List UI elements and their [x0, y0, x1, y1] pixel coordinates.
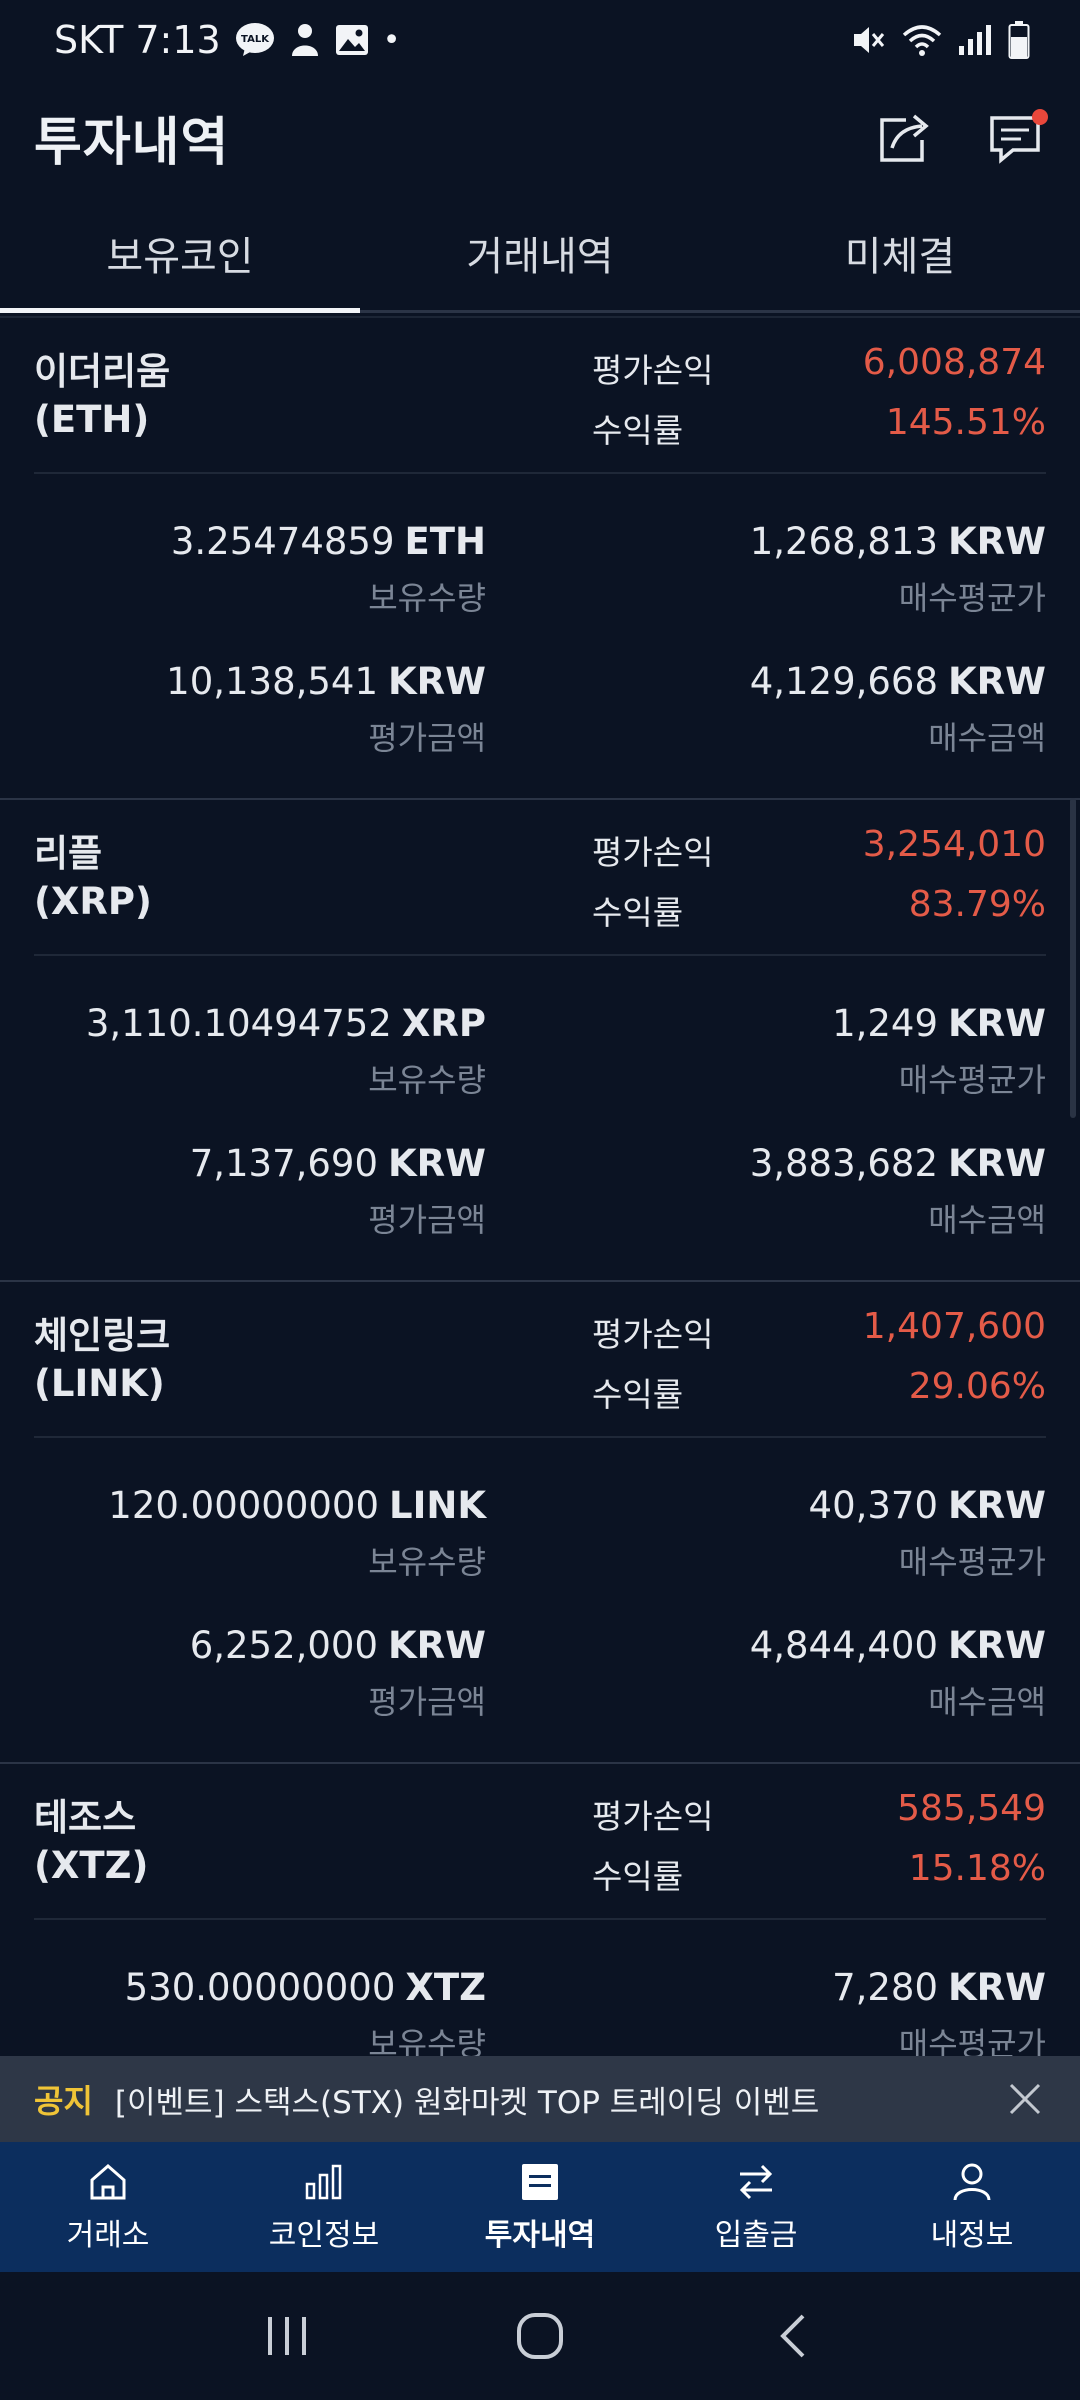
status-dot: •: [382, 22, 401, 58]
notice-text[interactable]: [이벤트] 스택스(STX) 원화마켓 TOP 트레이딩 이벤트: [115, 2077, 1000, 2122]
profit-loss-value: 1,407,600: [862, 1306, 1046, 1347]
return-rate-value: 145.51%: [885, 402, 1046, 443]
holding-summary: 이더리움 (ETH) 평가손익 6,008,874 수익률 145.51%: [34, 318, 1046, 474]
return-rate-value: 29.06%: [908, 1366, 1046, 1407]
buy-amount: 4,129,668 KRW 매수금액: [749, 660, 1046, 757]
mute-icon: [850, 22, 886, 58]
app-actions: [870, 103, 1050, 173]
notification-dot: [1032, 108, 1048, 125]
avg-buy-price: 7,280 KRW 매수평균가: [832, 1966, 1046, 2056]
gallery-icon: [335, 24, 369, 56]
holding-details: 3,110.10494752 XRP 보유수량 1,249 KRW 매수평균가 7,…: [34, 956, 1046, 1280]
holding-quantity: 3,110.10494752 XRP 보유수량: [85, 1002, 486, 1099]
profit-loss-value: 585,549: [897, 1788, 1046, 1829]
eval-amount: 10,138,541 KRW 평가금액: [166, 660, 486, 757]
holding-card-xtz[interactable]: 테조스 (XTZ) 평가손익 585,549 수익률 15.18% 530.00…: [0, 1764, 1080, 2056]
holding-details: 3.25474859 ETH 보유수량 1,268,813 KRW 매수평균가 10…: [34, 474, 1046, 798]
back-button[interactable]: [753, 2296, 833, 2376]
avg-buy-price: 40,370 KRW 매수평균가: [808, 1484, 1046, 1581]
status-bar: SKT 7:13 TALK •: [0, 0, 1080, 80]
nav-investments[interactable]: 투자내역: [432, 2142, 648, 2272]
signal-icon: [958, 24, 992, 56]
home-icon: [90, 2164, 126, 2200]
close-icon: [1009, 2083, 1041, 2115]
back-icon: [780, 2314, 805, 2358]
user-icon: [953, 2163, 991, 2201]
holding-card-link[interactable]: 체인링크 (LINK) 평가손익 1,407,600 수익률 29.06% 12…: [0, 1282, 1080, 1764]
avg-buy-price: 1,268,813 KRW 매수평균가: [749, 520, 1046, 617]
avg-buy-price: 1,249 KRW 매수평균가: [832, 1002, 1046, 1099]
holding-details: 120.00000000 LINK 보유수량 40,370 KRW 매수평균가 6,…: [34, 1438, 1046, 1762]
talk-icon: TALK: [235, 22, 275, 58]
carrier-time: SKT 7:13: [54, 18, 221, 62]
person-icon: [289, 22, 321, 58]
nav-my-info[interactable]: 내정보: [864, 2142, 1080, 2272]
page-title: 투자내역: [34, 113, 230, 173]
return-rate-label: 수익률: [592, 1857, 684, 1896]
bottom-nav: 거래소 코인정보 투자내역 입출금 내정보: [0, 2142, 1080, 2272]
return-rate-label: 수익률: [592, 1375, 684, 1414]
wifi-icon: [902, 23, 942, 57]
battery-icon: [1008, 21, 1030, 59]
return-rate-label: 수익률: [592, 411, 684, 450]
home-circle-icon: [516, 2313, 563, 2359]
profit-loss-label: 평가손익: [592, 833, 714, 872]
coin-name: 테조스 (XTZ): [34, 1796, 149, 1887]
coin-name: 리플 (XRP): [34, 832, 152, 923]
talk-badge: TALK: [241, 34, 270, 45]
system-nav-bar: [0, 2272, 1080, 2400]
holding-quantity: 120.00000000 LINK 보유수량: [108, 1484, 486, 1581]
tab-bar: 보유코인 거래내역 미체결: [0, 195, 1080, 313]
bar-chart-icon: [305, 2164, 342, 2200]
holdings-list[interactable]: 이더리움 (ETH) 평가손익 6,008,874 수익률 145.51% 3.…: [0, 316, 1080, 2056]
eval-amount: 7,137,690 KRW 평가금액: [189, 1142, 486, 1239]
eval-amount: 6,252,000 KRW 평가금액: [189, 1624, 486, 1721]
app-bar: 투자내역: [0, 80, 1080, 195]
profit-loss-label: 평가손익: [592, 351, 714, 390]
holding-summary: 테조스 (XTZ) 평가손익 585,549 수익률 15.18%: [34, 1764, 1046, 1920]
holding-quantity: 3.25474859 ETH 보유수량: [170, 520, 486, 617]
notice-close-button[interactable]: [1000, 2074, 1050, 2124]
holding-quantity: 530.00000000 XTZ 보유수량: [124, 1966, 486, 2056]
recent-apps-icon: [267, 2317, 306, 2355]
list-icon: [522, 2164, 558, 2200]
home-button[interactable]: [500, 2296, 580, 2376]
return-rate-value: 83.79%: [908, 884, 1046, 925]
tab-transactions[interactable]: 거래내역: [360, 195, 720, 310]
holding-details: 530.00000000 XTZ 보유수량 7,280 KRW 매수평균가: [34, 1920, 1046, 2056]
share-button[interactable]: [870, 103, 940, 173]
scrollbar[interactable]: [1070, 798, 1076, 1118]
transfer-icon: [739, 2164, 773, 2200]
holding-card-eth[interactable]: 이더리움 (ETH) 평가손익 6,008,874 수익률 145.51% 3.…: [0, 318, 1080, 800]
profit-loss-label: 평가손익: [592, 1315, 714, 1354]
nav-deposit-withdraw[interactable]: 입출금: [648, 2142, 864, 2272]
buy-amount: 3,883,682 KRW 매수금액: [749, 1142, 1046, 1239]
coin-name: 이더리움 (ETH): [34, 350, 171, 441]
recent-apps-button[interactable]: [247, 2296, 327, 2376]
holding-summary: 리플 (XRP) 평가손익 3,254,010 수익률 83.79%: [34, 800, 1046, 956]
return-rate-label: 수익률: [592, 893, 684, 932]
nav-coin-info[interactable]: 코인정보: [216, 2142, 432, 2272]
nav-exchange[interactable]: 거래소: [0, 2142, 216, 2272]
chat-button[interactable]: [980, 103, 1050, 173]
return-rate-value: 15.18%: [908, 1848, 1046, 1889]
coin-name: 체인링크 (LINK): [34, 1314, 171, 1405]
profit-loss-label: 평가손익: [592, 1797, 714, 1836]
share-icon: [880, 114, 929, 162]
status-right: [850, 21, 1030, 59]
profit-loss-value: 3,254,010: [862, 824, 1046, 865]
notice-banner[interactable]: 공지 [이벤트] 스택스(STX) 원화마켓 TOP 트레이딩 이벤트: [0, 2056, 1080, 2142]
holding-summary: 체인링크 (LINK) 평가손익 1,407,600 수익률 29.06%: [34, 1282, 1046, 1438]
tab-holdings[interactable]: 보유코인: [0, 195, 360, 313]
profit-loss-value: 6,008,874: [862, 342, 1046, 383]
holding-card-xrp[interactable]: 리플 (XRP) 평가손익 3,254,010 수익률 83.79% 3,110…: [0, 800, 1080, 1282]
notice-tag: 공지: [34, 2082, 93, 2120]
status-left: SKT 7:13 TALK •: [54, 18, 400, 62]
buy-amount: 4,844,400 KRW 매수금액: [749, 1624, 1046, 1721]
tab-pending[interactable]: 미체결: [720, 195, 1080, 310]
